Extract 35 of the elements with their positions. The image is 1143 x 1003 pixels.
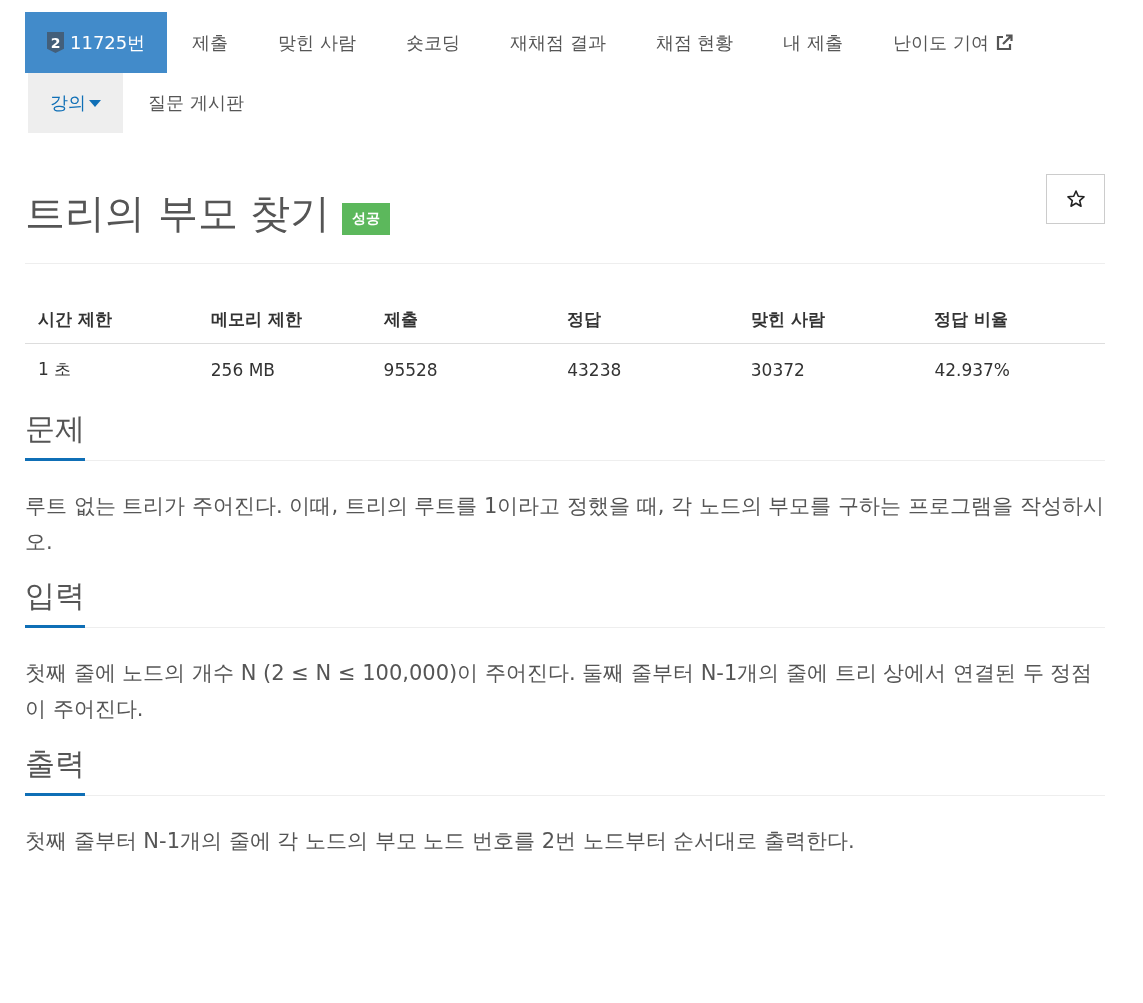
tier-badge: 2 — [47, 32, 64, 53]
column-header: 정답 — [554, 290, 738, 344]
nav-tab[interactable]: 맞힌 사람 — [253, 12, 381, 73]
nav-tab[interactable]: 내 제출 — [758, 12, 869, 73]
nav-tab[interactable]: 채점 현황 — [630, 12, 759, 73]
column-header: 제출 — [370, 290, 555, 344]
nav-tab[interactable]: 2 11725번 — [25, 12, 168, 73]
table-cell: 95528 — [370, 343, 555, 393]
nav-tab[interactable]: 난이도 기여 — [868, 12, 1038, 73]
section-heading: 문제 — [25, 409, 85, 461]
section-heading: 출력 — [25, 743, 85, 796]
problem-title: 트리의 부모 찾기 — [25, 191, 331, 235]
column-header: 메모리 제한 — [197, 290, 371, 344]
external-link-icon — [994, 33, 1013, 52]
dropdown-tab[interactable]: 강의 — [28, 73, 123, 133]
star-icon — [1065, 189, 1086, 209]
column-header: 정답 비율 — [921, 290, 1105, 344]
nav-tab[interactable]: 질문 게시판 — [123, 73, 269, 133]
section-text: 첫째 줄에 노드의 개수 N (2 ≤ N ≤ 100,000)이 주어진다. 둘째 줄부터 N-1개의 줄에 트리 상에서 연결된 두 정점이 주어진다. — [25, 660, 1094, 724]
column-header: 맞힌 사람 — [737, 290, 922, 344]
nav-tab[interactable]: 제출 — [167, 12, 254, 73]
nav-tab[interactable]: 재채점 결과 — [485, 12, 631, 73]
table-cell: 30372 — [737, 343, 922, 393]
caret-icon — [89, 99, 101, 107]
table-cell: 43238 — [554, 343, 738, 393]
section-text: 첫째 줄부터 N-1개의 줄에 각 노드의 부모 노드 번호를 2번 노드부터 순서대로 출력한다. — [25, 827, 856, 855]
star-button[interactable] — [1046, 174, 1105, 224]
section-heading: 입력 — [25, 576, 85, 629]
table-cell: 1 초 — [25, 343, 198, 393]
section-text: 루트 없는 트리가 주어진다. 이때, 트리의 루트를 1이라고 정했을 때, 각 노드의 부모를 구하는 프로그램을 작성하시오. — [25, 493, 1105, 556]
column-header: 시간 제한 — [25, 290, 198, 344]
table-cell: 42.937% — [921, 343, 1105, 393]
nav-tab[interactable]: 숏코딩 — [381, 12, 485, 73]
table-cell: 256 MB — [197, 343, 371, 393]
status-badge: 성공 — [342, 203, 391, 235]
